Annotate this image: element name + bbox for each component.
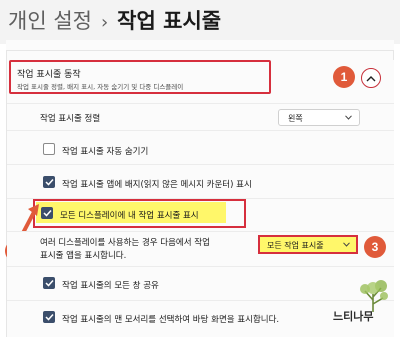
multi-display-label-line1: 여러 디스플레이를 사용하는 경우 다음에서 작업 xyxy=(40,238,210,248)
badges-label: 작업 표시줄 앱에 배지(읽지 않은 메시지 카운터) 표시 xyxy=(62,180,252,190)
multi-display-label-line2: 표시줄 앱을 표시합니다. xyxy=(40,251,127,261)
collapse-button[interactable] xyxy=(361,68,381,88)
marker-1: 1 xyxy=(333,66,355,88)
checkmark-icon xyxy=(42,209,52,217)
far-corner-checkbox[interactable] xyxy=(43,311,55,323)
chevron-up-icon xyxy=(366,75,376,81)
alignment-select[interactable]: 왼쪽 xyxy=(278,109,360,126)
share-window-checkbox[interactable] xyxy=(43,277,55,289)
badges-checkbox[interactable] xyxy=(43,176,55,188)
all-displays-checkbox[interactable] xyxy=(41,207,53,219)
breadcrumb-separator: › xyxy=(100,12,109,33)
alignment-value: 왼쪽 xyxy=(288,114,303,123)
far-corner-label: 작업 표시줄의 맨 모서리를 선택하여 바탕 화면을 표시합니다. xyxy=(62,315,280,325)
multi-display-value: 모든 작업 표시줄 xyxy=(267,241,324,250)
watermark-text: 느티나무 xyxy=(333,310,374,323)
multi-display-select[interactable]: 모든 작업 표시줄 xyxy=(258,235,358,254)
checkmark-icon xyxy=(44,313,54,321)
checkmark-icon xyxy=(44,279,54,287)
autohide-checkbox[interactable] xyxy=(43,143,55,155)
checkmark-icon xyxy=(44,178,54,186)
marker-3: 3 xyxy=(364,236,386,258)
chevron-down-icon xyxy=(345,115,352,120)
autohide-label: 작업 표시줄 자동 숨기기 xyxy=(62,147,149,157)
cutoff-row: ~~ ~~ ~~ xyxy=(6,40,394,50)
section-highlight-box xyxy=(9,60,271,94)
breadcrumb: 개인 설정 › 작업 표시줄 xyxy=(8,6,221,38)
all-displays-label: 모든 디스플레이에 내 작업 표시줄 표시 xyxy=(60,211,199,221)
chevron-down-icon xyxy=(343,242,350,247)
breadcrumb-parent[interactable]: 개인 설정 xyxy=(8,9,92,33)
page-header: 개인 설정 › 작업 표시줄 xyxy=(0,0,400,44)
cutoff-text: ~~ ~~ ~~ xyxy=(30,40,75,43)
page-title: 작업 표시줄 xyxy=(117,9,222,33)
alignment-label: 작업 표시줄 정렬 xyxy=(40,114,101,124)
share-window-label: 작업 표시줄의 모든 창 공유 xyxy=(62,281,159,291)
